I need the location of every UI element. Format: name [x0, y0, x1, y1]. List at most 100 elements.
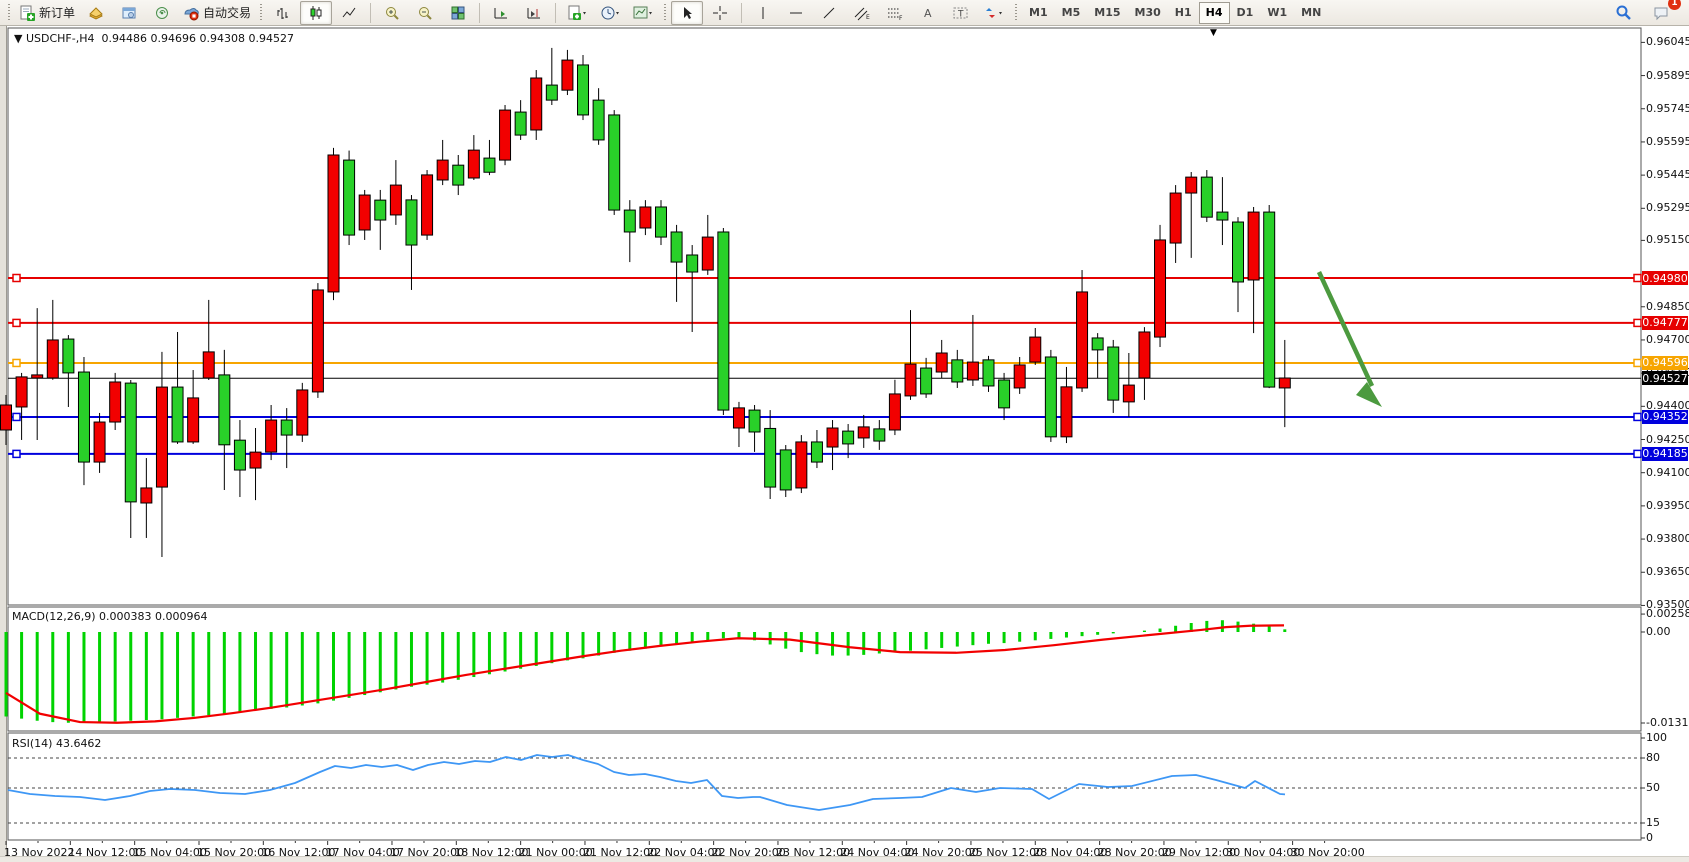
candle-body-bear[interactable] — [952, 360, 963, 382]
candle-body-bull[interactable] — [733, 408, 744, 428]
candle-body-bull[interactable] — [1248, 212, 1259, 280]
candle-body-bull[interactable] — [858, 427, 869, 438]
candle-body-bear[interactable] — [172, 387, 183, 442]
timeframe-w1-button[interactable]: W1 — [1260, 2, 1294, 24]
candle-body-bear[interactable] — [624, 210, 635, 232]
candle-body-bull[interactable] — [967, 362, 978, 380]
candle-chart-type-button[interactable] — [300, 1, 332, 25]
candle-body-bull[interactable] — [1014, 365, 1025, 388]
candle-body-bull[interactable] — [640, 207, 651, 228]
candle-body-bear[interactable] — [655, 207, 666, 237]
candle-body-bear[interactable] — [484, 158, 495, 172]
candle-body-bear[interactable] — [125, 383, 136, 502]
candle-body-bear[interactable] — [718, 232, 729, 410]
candle-body-bear[interactable] — [874, 429, 885, 441]
level-anchor[interactable] — [1634, 359, 1641, 366]
strategy-tester-button[interactable] — [146, 1, 178, 25]
fibonacci-tool-button[interactable]: F — [879, 1, 911, 25]
new-order-button[interactable]: 新订单 — [15, 1, 79, 25]
level-anchor[interactable] — [13, 359, 20, 366]
level-anchor[interactable] — [1634, 450, 1641, 457]
level-anchor[interactable] — [13, 319, 20, 326]
candle-body-bear[interactable] — [1045, 357, 1056, 437]
candle-body-bull[interactable] — [390, 185, 401, 215]
candle-body-bull[interactable] — [437, 160, 448, 180]
tile-windows-button[interactable] — [442, 1, 474, 25]
candle-body-bull[interactable] — [1, 405, 12, 430]
candle-body-bear[interactable] — [780, 450, 791, 490]
candle-body-bear[interactable] — [63, 339, 74, 373]
candle-body-bear[interactable] — [344, 160, 355, 235]
candle-body-bear[interactable] — [749, 410, 760, 432]
candle-body-bull[interactable] — [141, 488, 152, 503]
candle-body-bull[interactable] — [1030, 337, 1041, 362]
candle-body-bear[interactable] — [921, 368, 932, 394]
candle-body-bear[interactable] — [671, 232, 682, 262]
trendline-tool-button[interactable] — [813, 1, 845, 25]
candle-body-bull[interactable] — [1186, 177, 1197, 193]
candle-body-bear[interactable] — [843, 431, 854, 444]
chart-canvas[interactable] — [0, 26, 1689, 862]
level-anchor[interactable] — [13, 450, 20, 457]
candle-body-bull[interactable] — [250, 452, 261, 468]
candle-body-bear[interactable] — [406, 200, 417, 245]
candle-body-bull[interactable] — [422, 175, 433, 235]
level-anchor[interactable] — [1634, 319, 1641, 326]
toolbar-grip[interactable] — [7, 4, 11, 22]
text-label-tool-button[interactable]: T — [945, 1, 977, 25]
candle-body-bear[interactable] — [78, 372, 89, 462]
channel-tool-button[interactable]: E — [846, 1, 878, 25]
candle-body-bull[interactable] — [531, 78, 542, 130]
timeframe-h1-button[interactable]: H1 — [1168, 2, 1199, 24]
timeframe-m30-button[interactable]: M30 — [1128, 2, 1168, 24]
candle-body-bear[interactable] — [687, 255, 698, 272]
candle-body-bull[interactable] — [32, 375, 43, 378]
autotrade-button[interactable]: 自动交易 — [179, 1, 255, 25]
level-anchor[interactable] — [1634, 413, 1641, 420]
candle-body-bull[interactable] — [1139, 332, 1150, 378]
chart-shift-button[interactable] — [518, 1, 550, 25]
candle-body-bull[interactable] — [702, 237, 713, 270]
timeframe-h4-button[interactable]: H4 — [1199, 2, 1230, 24]
candle-body-bull[interactable] — [562, 60, 573, 90]
candle-body-bear[interactable] — [1108, 347, 1119, 400]
chart-menu-triangle-icon[interactable]: ▼ — [14, 32, 26, 45]
notifications-button[interactable]: 1 — [1645, 1, 1677, 25]
candle-body-bull[interactable] — [312, 290, 323, 392]
candle-body-bull[interactable] — [110, 382, 121, 422]
candle-body-bull[interactable] — [94, 422, 105, 462]
crosshair-tool-button[interactable] — [704, 1, 736, 25]
timeframe-m5-button[interactable]: M5 — [1055, 2, 1088, 24]
candle-body-bear[interactable] — [765, 428, 776, 487]
candle-body-bull[interactable] — [297, 390, 308, 435]
timeframe-d1-button[interactable]: D1 — [1230, 2, 1261, 24]
data-window-button[interactable] — [113, 1, 145, 25]
level-anchor[interactable] — [13, 275, 20, 282]
candle-body-bull[interactable] — [359, 195, 370, 230]
one-click-collapse-icon[interactable]: ▼ — [1210, 28, 1217, 38]
timeframe-mn-button[interactable]: MN — [1294, 2, 1328, 24]
candle-body-bear[interactable] — [1217, 212, 1228, 220]
cursor-tool-button[interactable] — [671, 1, 703, 25]
candle-body-bear[interactable] — [281, 420, 292, 435]
candle-body-bull[interactable] — [1123, 385, 1134, 402]
zoom-out-button[interactable] — [409, 1, 441, 25]
candle-body-bear[interactable] — [983, 360, 994, 386]
candle-body-bear[interactable] — [1264, 212, 1275, 387]
timeframe-m1-button[interactable]: M1 — [1022, 2, 1055, 24]
bar-chart-type-button[interactable] — [267, 1, 299, 25]
candle-body-bear[interactable] — [609, 115, 620, 210]
candle-body-bull[interactable] — [905, 364, 916, 396]
candle-body-bull[interactable] — [156, 387, 167, 487]
hline-tool-button[interactable] — [780, 1, 812, 25]
text-tool-button[interactable]: A — [912, 1, 944, 25]
vline-tool-button[interactable] — [747, 1, 779, 25]
candle-body-bull[interactable] — [468, 150, 479, 178]
candle-body-bear[interactable] — [234, 440, 245, 470]
candle-body-bear[interactable] — [578, 65, 589, 115]
candle-body-bear[interactable] — [375, 200, 386, 220]
timeframe-m15-button[interactable]: M15 — [1087, 2, 1127, 24]
toolbar-grip[interactable] — [259, 4, 263, 22]
candle-body-bear[interactable] — [1233, 222, 1244, 282]
toolbar-grip[interactable] — [663, 4, 667, 22]
